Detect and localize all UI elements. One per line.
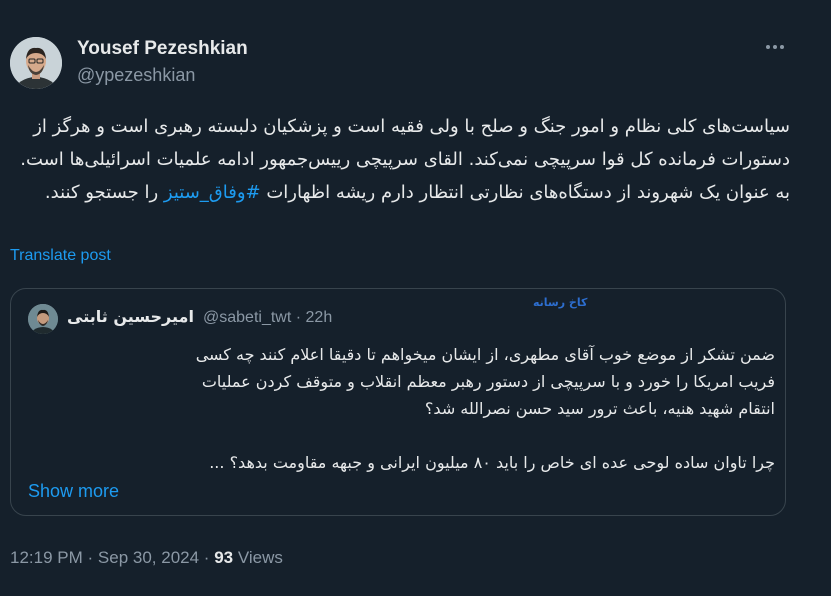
quote-author-avatar[interactable] — [28, 304, 58, 334]
more-horizontal-icon — [766, 45, 770, 49]
quote-time[interactable]: 22h — [306, 309, 333, 326]
tweet-text: سیاست‌های کلی نظام و امور جنگ و صلح با و… — [10, 110, 790, 209]
tweet-time[interactable]: 12:19 PM — [10, 548, 83, 567]
watermark: کاخ رسانه — [533, 296, 588, 309]
quote-author-name[interactable]: امیرحسین ثابتی — [67, 307, 194, 326]
tweet-date[interactable]: Sep 30, 2024 — [98, 548, 199, 567]
more-horizontal-icon — [773, 45, 777, 49]
quote-line: انتقام شهید هنیه، باعث ترور سید حسن نصرا… — [424, 399, 775, 418]
quote-line: فریب امریکا را خورد و با سرپیچی از دستور… — [201, 372, 775, 391]
more-horizontal-icon — [780, 45, 784, 49]
quote-avatar-image — [28, 304, 58, 334]
quote-author-handle[interactable]: @sabeti_twt — [203, 309, 291, 326]
tweet-text-after: را جستجو کنند. — [44, 182, 164, 203]
more-options-button[interactable] — [762, 34, 788, 60]
quote-spacer — [25, 422, 775, 449]
show-more-link[interactable]: Show more — [28, 481, 119, 502]
tweet-footer: 12:19 PM · Sep 30, 2024 · 93 Views — [10, 548, 283, 568]
quote-meta: @sabeti_twt · 22h — [203, 309, 332, 327]
views-count: 93 — [214, 548, 234, 567]
views-label: Views — [237, 548, 283, 567]
quote-separator: · — [295, 309, 302, 326]
quoted-tweet[interactable]: کاخ رسانه امیرحسین ثابتی @sabeti_twt · 2… — [10, 288, 786, 516]
author-handle[interactable]: @ypezeshkian — [77, 65, 195, 86]
footer-separator: · — [87, 548, 94, 567]
quote-text: ضمن تشکر از موضع خوب آقای مطهری، از ایشا… — [25, 341, 775, 476]
author-avatar[interactable] — [10, 37, 62, 89]
hashtag-link[interactable]: #وفاق_ستیز — [164, 182, 261, 203]
quote-line: ضمن تشکر از موضع خوب آقای مطهری، از ایشا… — [195, 345, 775, 364]
footer-separator: · — [203, 548, 210, 567]
author-name[interactable]: Yousef Pezeshkian — [77, 38, 248, 60]
quote-line: چرا تاوان ساده لوحی عده ای خاص را باید ۸… — [209, 453, 775, 472]
translate-post-link[interactable]: Translate post — [10, 247, 111, 265]
author-avatar-image — [10, 37, 62, 89]
